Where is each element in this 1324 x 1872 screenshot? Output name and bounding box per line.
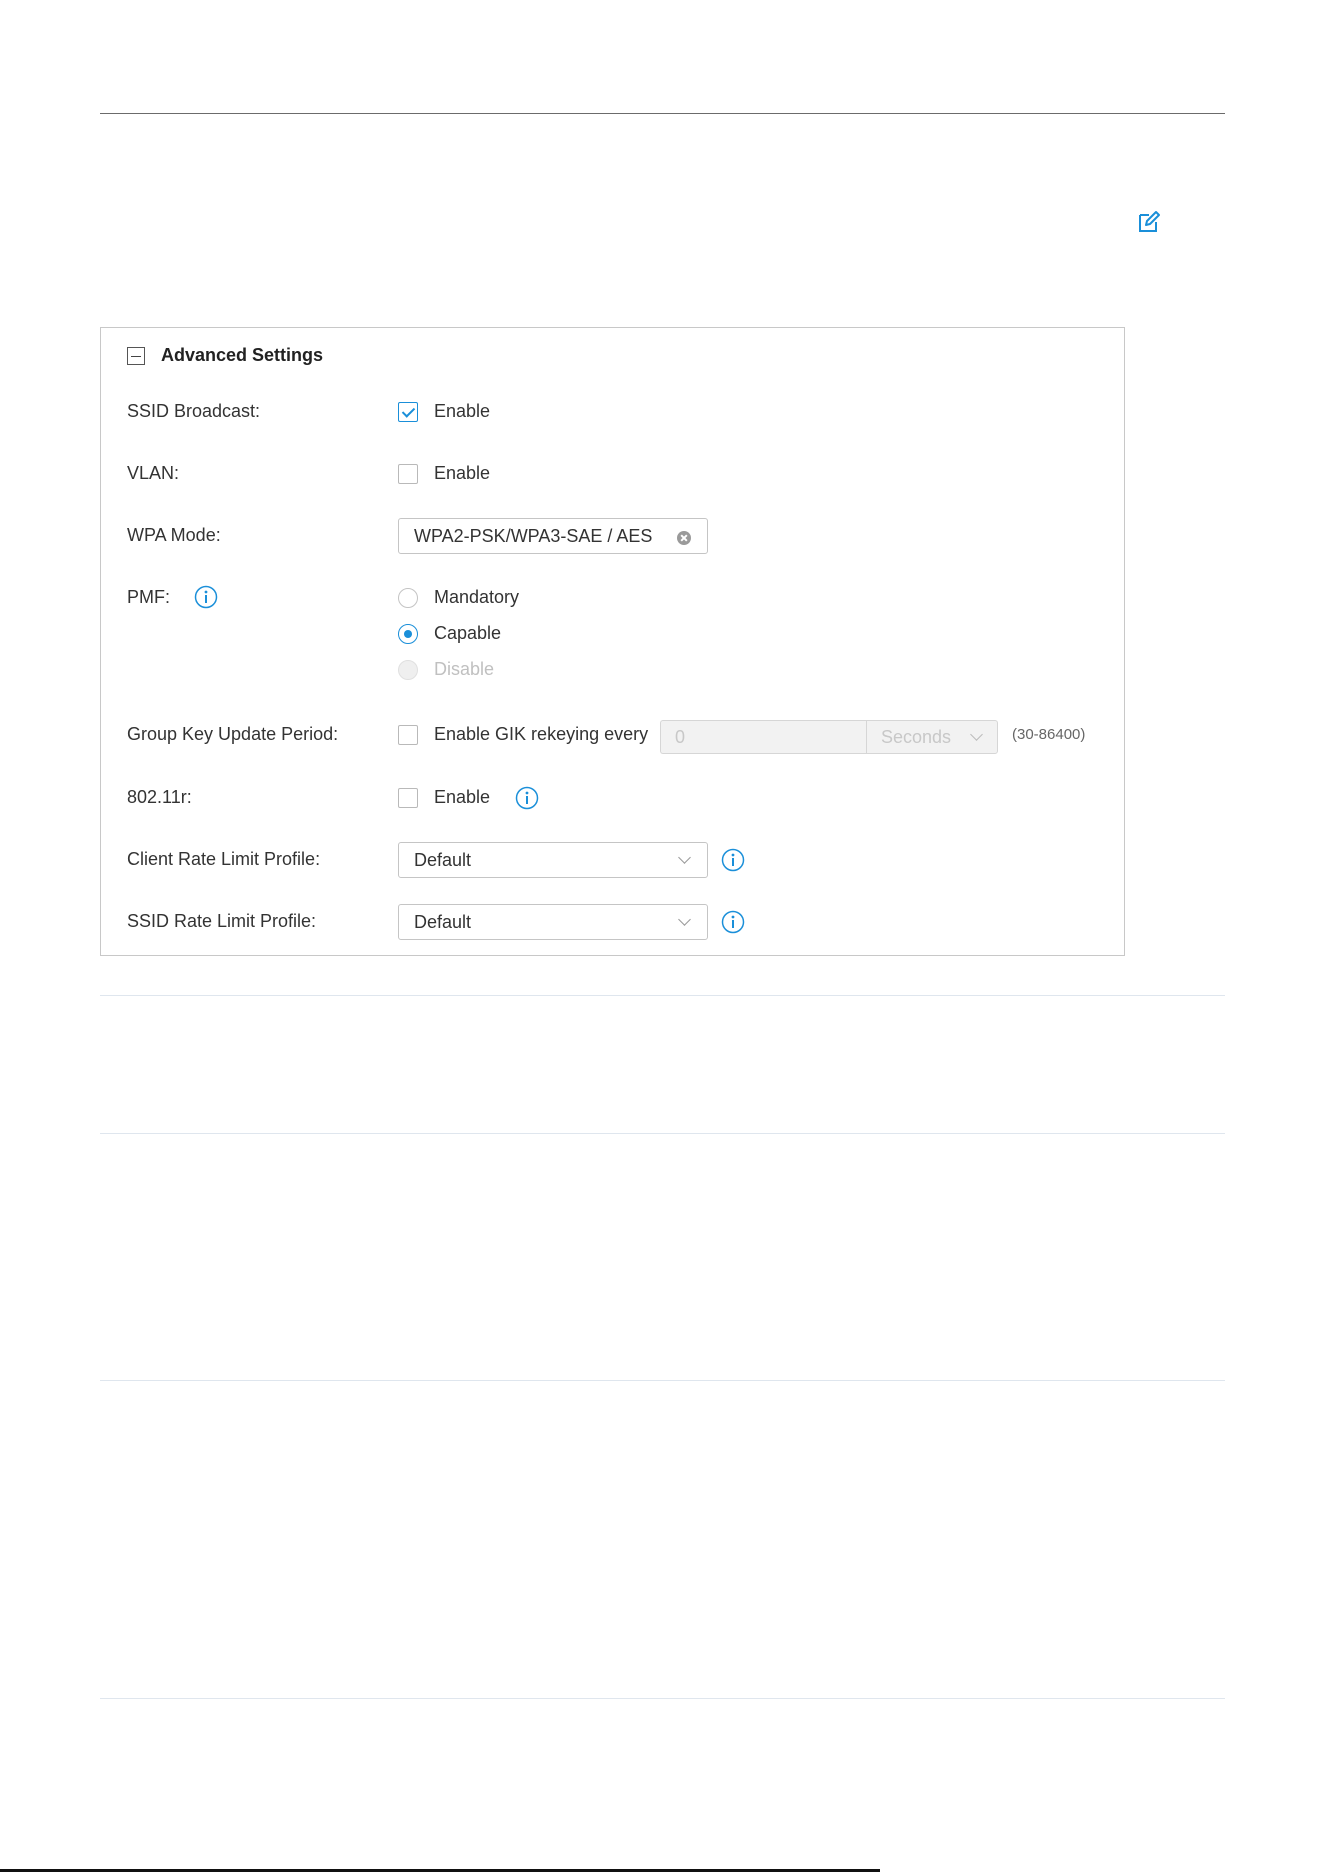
ssid-broadcast-label: SSID Broadcast:: [127, 401, 261, 421]
vlan-label: VLAN:: [127, 463, 180, 483]
gik-rekeying-label: Enable GIK rekeying every: [434, 724, 649, 744]
pmf-disable-radio: [398, 660, 418, 680]
wpa-mode-label: WPA Mode:: [127, 525, 221, 545]
gik-unit-select: Seconds: [866, 720, 998, 754]
vlan-checkbox[interactable]: [398, 464, 418, 484]
section-divider: [100, 1698, 1225, 1699]
pmf-label: PMF:: [127, 587, 170, 607]
group-key-label: Group Key Update Period:: [127, 724, 339, 744]
ssid-broadcast-checkbox[interactable]: [398, 402, 418, 422]
client-rate-limit-select[interactable]: Default: [398, 842, 708, 878]
wpa-mode-select[interactable]: WPA2-PSK/WPA3-SAE / AES: [398, 518, 708, 554]
dot11r-label: 802.11r:: [127, 787, 192, 807]
advanced-settings-panel: Advanced Settings SSID Broadcast: Enable…: [100, 327, 1125, 956]
pmf-capable-label: Capable: [434, 623, 502, 643]
ssid-rate-limit-value: Default: [414, 912, 472, 932]
gik-unit-value: Seconds: [881, 727, 952, 747]
chevron-down-icon: [678, 851, 691, 864]
clear-icon[interactable]: [677, 531, 691, 545]
top-divider: [100, 113, 1225, 114]
dot11r-enable-label: Enable: [434, 787, 491, 807]
client-rate-limit-label: Client Rate Limit Profile:: [127, 849, 321, 869]
chevron-down-icon: [970, 728, 983, 741]
ssid-broadcast-enable-label: Enable: [434, 401, 491, 421]
pmf-mandatory-label: Mandatory: [434, 587, 520, 607]
section-divider: [100, 1133, 1225, 1134]
ssid-rate-limit-info-icon[interactable]: [721, 910, 745, 934]
advanced-settings-title: Advanced Settings: [161, 345, 324, 365]
edit-icon[interactable]: [1137, 210, 1161, 234]
client-rate-limit-info-icon[interactable]: [721, 848, 745, 872]
dot11r-info-icon[interactable]: [515, 786, 539, 810]
ssid-rate-limit-label: SSID Rate Limit Profile:: [127, 911, 317, 931]
pmf-mandatory-radio[interactable]: [398, 588, 418, 608]
pmf-capable-radio[interactable]: [398, 624, 418, 644]
ssid-rate-limit-select[interactable]: Default: [398, 904, 708, 940]
dot11r-checkbox[interactable]: [398, 788, 418, 808]
gik-range-hint: (30-86400): [1012, 726, 1086, 743]
collapse-icon[interactable]: [127, 347, 145, 365]
gik-period-value: 0: [675, 727, 686, 747]
section-divider: [100, 995, 1225, 996]
client-rate-limit-value: Default: [414, 850, 472, 870]
gik-rekeying-checkbox[interactable]: [398, 725, 418, 745]
pmf-disable-label: Disable: [434, 659, 495, 679]
pmf-info-icon[interactable]: [194, 585, 218, 609]
chevron-down-icon: [678, 913, 691, 926]
section-divider: [100, 1380, 1225, 1381]
vlan-enable-label: Enable: [434, 463, 491, 483]
gik-period-input: 0: [660, 720, 866, 754]
wpa-mode-value: WPA2-PSK/WPA3-SAE / AES: [414, 526, 653, 546]
